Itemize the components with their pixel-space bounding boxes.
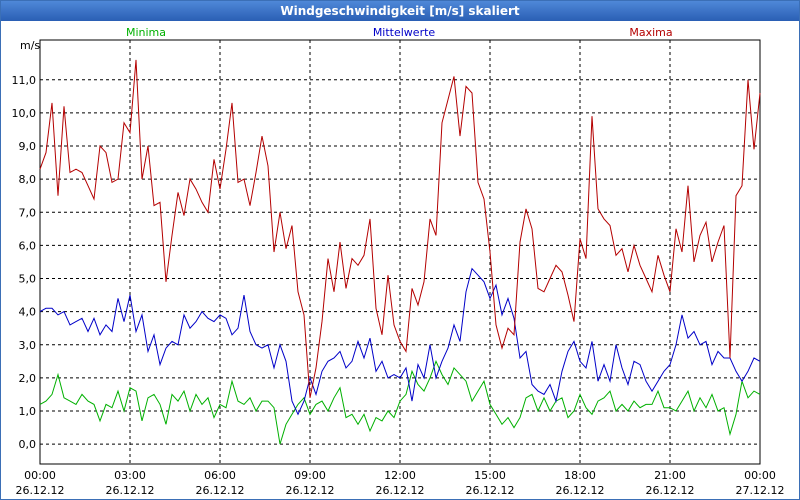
x-tick-time: 18:00: [564, 469, 596, 482]
y-tick-label: 5,0: [19, 273, 37, 286]
x-tick-time: 09:00: [294, 469, 326, 482]
y-tick-label: 2,0: [19, 372, 37, 385]
y-tick-label: 4,0: [19, 306, 37, 319]
x-tick-date: 27.12.12: [736, 484, 785, 497]
y-tick-label: 8,0: [19, 173, 37, 186]
x-tick-labels: 00:00 26.12.12 03:00 26.12.12 06:00 26.12.12 0…: [16, 469, 785, 497]
y-tick-label: 11,0: [12, 74, 37, 87]
x-tick-date: 26.12.12: [286, 484, 335, 497]
x-tick-time: 21:00: [654, 469, 686, 482]
x-tick-date: 26.12.12: [466, 484, 515, 497]
x-tick-time: 15:00: [474, 469, 506, 482]
x-tick-time: 00:00: [744, 469, 776, 482]
y-tick-label: 1,0: [19, 405, 37, 418]
y-tick-label: 7,0: [19, 206, 37, 219]
y-tick-label: 0,0: [19, 438, 37, 451]
x-tick-date: 26.12.12: [556, 484, 605, 497]
x-tick-date: 26.12.12: [16, 484, 65, 497]
legend-mittelwerte: Mittelwerte: [373, 26, 436, 39]
legend-maxima: Maxima: [629, 26, 672, 39]
x-tick-time: 12:00: [384, 469, 416, 482]
chart: 0,0 1,0 2,0 3,0 4,0 5,0 6,0 7,0 8,0 9,0 10,0 11,0 0…: [12, 26, 785, 497]
y-tick-labels: 0,0 1,0 2,0 3,0 4,0 5,0 6,0 7,0 8,0 9,0 10,0 11,0: [12, 74, 37, 451]
y-tick-label: 9,0: [19, 140, 37, 153]
x-tick-date: 26.12.12: [196, 484, 245, 497]
y-tick-label: 10,0: [12, 107, 37, 120]
y-axis-label: m/s: [20, 39, 40, 52]
x-tick-date: 26.12.12: [646, 484, 695, 497]
x-tick-date: 26.12.12: [106, 484, 155, 497]
y-tick-label: 6,0: [19, 239, 37, 252]
x-tick-time: 06:00: [204, 469, 236, 482]
x-tick-time: 00:00: [24, 469, 56, 482]
legend-minima: Minima: [126, 26, 166, 39]
x-tick-time: 03:00: [114, 469, 146, 482]
y-tick-label: 3,0: [19, 339, 37, 352]
x-tick-date: 26.12.12: [376, 484, 425, 497]
